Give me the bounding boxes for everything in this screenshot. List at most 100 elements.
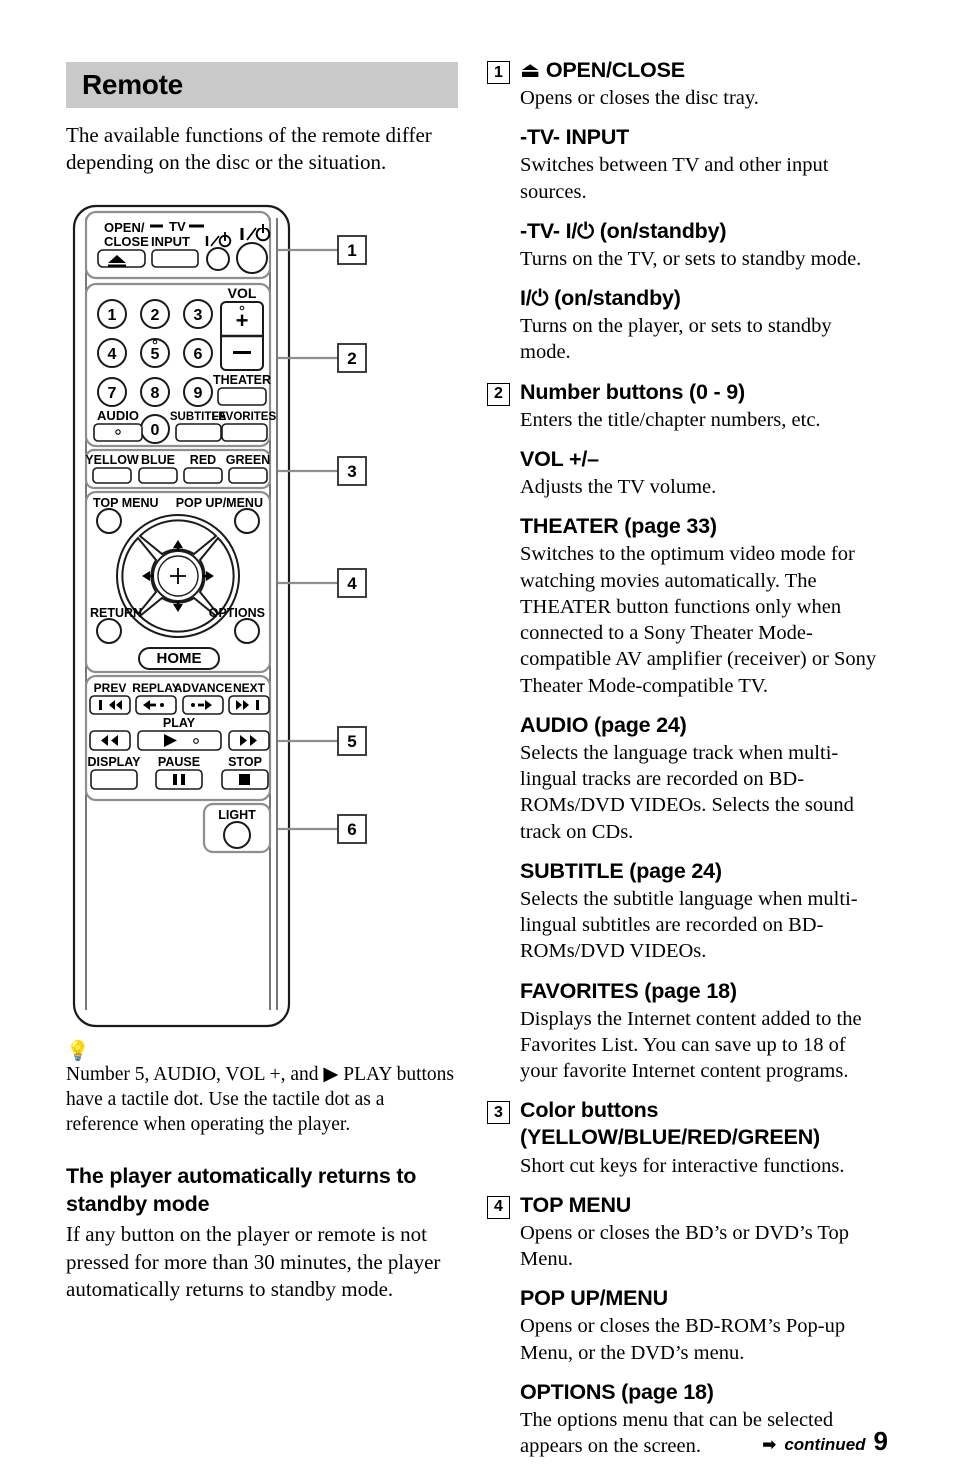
return-button bbox=[96, 617, 122, 644]
pause-button bbox=[155, 768, 203, 790]
standby-note-body: If any button on the player or remote is… bbox=[66, 1222, 441, 1301]
page-footer: ➡ continued 9 bbox=[762, 1426, 888, 1457]
theater-button bbox=[217, 386, 267, 406]
svg-text:3: 3 bbox=[347, 462, 356, 481]
options-label: OPTIONS bbox=[209, 606, 265, 620]
svg-text:0: 0 bbox=[151, 422, 160, 439]
rewind-button bbox=[89, 729, 131, 751]
svg-text:+: + bbox=[236, 308, 249, 333]
svg-text:6: 6 bbox=[347, 820, 356, 839]
item-body: Short cut keys for interactive functions… bbox=[520, 1154, 845, 1177]
pause-label: PAUSE bbox=[158, 755, 200, 769]
options-button bbox=[234, 617, 260, 644]
advance-label: ADVANCE bbox=[174, 681, 232, 695]
player-power-button bbox=[236, 241, 268, 274]
pop-up-menu-button bbox=[234, 507, 260, 534]
svg-text:1: 1 bbox=[347, 241, 356, 260]
svg-text:8: 8 bbox=[151, 385, 160, 402]
callout-marker-2: 2 bbox=[487, 382, 510, 406]
item-subtitle: SUBTITLE (page 24) Selects the subtitle … bbox=[520, 858, 887, 965]
top-menu-button bbox=[96, 507, 122, 534]
section-heading-band: Remote bbox=[66, 62, 458, 108]
item-body: Enters the title/chapter numbers, etc. bbox=[520, 408, 821, 431]
svg-text:6: 6 bbox=[194, 346, 203, 363]
svg-text:4: 4 bbox=[347, 574, 357, 593]
item-vol: VOL +/– Adjusts the TV volume. bbox=[520, 446, 887, 500]
description-group-3: 3 Color buttons (YELLOW/BLUE/RED/GREEN) … bbox=[487, 1097, 887, 1191]
item-title: -TV- I/⏻ (on/standby) bbox=[520, 218, 727, 243]
item-body: Turns on the TV, or sets to standby mode… bbox=[520, 247, 862, 270]
item-body: Selects the subtitle language when multi… bbox=[520, 887, 858, 963]
item-open-close: ⏏ OPEN/CLOSE Opens or closes the disc tr… bbox=[520, 57, 887, 111]
favorites-label: FAVORITES bbox=[212, 411, 277, 423]
svg-text:2: 2 bbox=[151, 307, 160, 324]
item-title: SUBTITLE (page 24) bbox=[520, 858, 722, 883]
svg-text:BLUE: BLUE bbox=[141, 453, 175, 467]
item-body: Switches between TV and other input sour… bbox=[520, 154, 829, 203]
manual-page: Remote The available functions of the re… bbox=[0, 0, 954, 1483]
display-button bbox=[90, 768, 138, 790]
item-title: OPTIONS (page 18) bbox=[520, 1379, 714, 1404]
description-group-2: 2 Number buttons (0 - 9) Enters the titl… bbox=[487, 379, 887, 1098]
item-title: TOP MENU bbox=[520, 1192, 632, 1217]
open-close-label-l2: CLOSE bbox=[104, 234, 149, 249]
input-label: INPUT bbox=[151, 234, 190, 249]
item-pop-up-menu: POP UP/MENU Opens or closes the BD-ROM’s… bbox=[520, 1285, 887, 1366]
item-top-menu: TOP MENU Opens or closes the BD’s or DVD… bbox=[520, 1192, 887, 1273]
favorites-button bbox=[221, 422, 268, 442]
svg-text:9: 9 bbox=[194, 385, 203, 402]
svg-text:3: 3 bbox=[194, 307, 203, 324]
replay-label: REPLAY bbox=[132, 681, 180, 695]
tv-power-button bbox=[206, 246, 230, 271]
callout-marker-1: 1 bbox=[487, 61, 510, 84]
yellow-button bbox=[92, 466, 132, 484]
svg-text:5: 5 bbox=[151, 346, 160, 363]
item-favorites: FAVORITES (page 18) Displays the Interne… bbox=[520, 978, 887, 1085]
svg-text:RED: RED bbox=[190, 453, 216, 467]
audio-label: AUDIO bbox=[97, 408, 139, 423]
pop-up-menu-label: POP UP/MENU bbox=[176, 496, 263, 510]
item-title: ⏏ OPEN/CLOSE bbox=[520, 58, 685, 82]
play-button bbox=[137, 729, 222, 751]
next-label: NEXT bbox=[233, 681, 266, 695]
item-body: Opens or closes the BD’s or DVD’s Top Me… bbox=[520, 1221, 850, 1271]
page-number: 9 bbox=[873, 1426, 888, 1456]
item-tv-on-standby: -TV- I/⏻ (on/standby) Turns on the TV, o… bbox=[520, 218, 887, 272]
continued-label: continued bbox=[784, 1435, 866, 1454]
svg-text:1: 1 bbox=[108, 307, 117, 324]
open-close-label-l1: OPEN/ bbox=[104, 220, 145, 235]
fast-forward-button bbox=[228, 729, 270, 751]
item-color-buttons: Color buttons (YELLOW/BLUE/RED/GREEN) Sh… bbox=[520, 1097, 887, 1178]
svg-text:GREEN: GREEN bbox=[226, 453, 270, 467]
item-body: Opens or closes the BD-ROM’s Pop-up Menu… bbox=[520, 1315, 846, 1364]
item-number-buttons: Number buttons (0 - 9) Enters the title/… bbox=[520, 379, 887, 433]
svg-text:4: 4 bbox=[108, 346, 117, 363]
section-intro: The available functions of the remote di… bbox=[66, 123, 432, 175]
svg-text:5: 5 bbox=[347, 732, 356, 751]
item-title: AUDIO (page 24) bbox=[520, 712, 687, 737]
page-title: Remote bbox=[82, 69, 183, 100]
open-close-button bbox=[97, 248, 146, 268]
item-body: Selects the language track when multi-li… bbox=[520, 741, 854, 843]
remote-diagram: .ol { fill:#fff; stroke:#1a1a1a; stroke-… bbox=[66, 198, 458, 1038]
return-label: RETURN bbox=[90, 606, 142, 620]
callout-marker-3: 3 bbox=[487, 1101, 510, 1125]
item-title: Number buttons (0 - 9) bbox=[520, 379, 745, 404]
theater-label: THEATER bbox=[213, 373, 271, 387]
light-button bbox=[223, 820, 251, 849]
top-menu-label: TOP MENU bbox=[93, 496, 159, 510]
item-body: Turns on the player, or sets to standby … bbox=[520, 315, 832, 364]
standby-note-heading: The player automatically returns to stan… bbox=[66, 1164, 417, 1217]
tv-input-button bbox=[151, 248, 199, 268]
continued-arrow-icon: ➡ bbox=[762, 1435, 777, 1455]
item-body: Displays the Internet content added to t… bbox=[520, 1007, 862, 1083]
item-body: Opens or closes the disc tray. bbox=[520, 87, 759, 110]
item-audio: AUDIO (page 24) Selects the language tra… bbox=[520, 712, 887, 845]
item-title: FAVORITES (page 18) bbox=[520, 978, 737, 1003]
item-title: -TV- INPUT bbox=[520, 125, 630, 150]
svg-text:YELLOW: YELLOW bbox=[85, 453, 139, 467]
item-title: I/⏻ (on/standby) bbox=[520, 286, 681, 311]
tip-text: Number 5, AUDIO, VOL +, and ▶ PLAY butto… bbox=[66, 1063, 455, 1135]
audio-button bbox=[93, 422, 143, 442]
blue-button bbox=[138, 466, 178, 484]
